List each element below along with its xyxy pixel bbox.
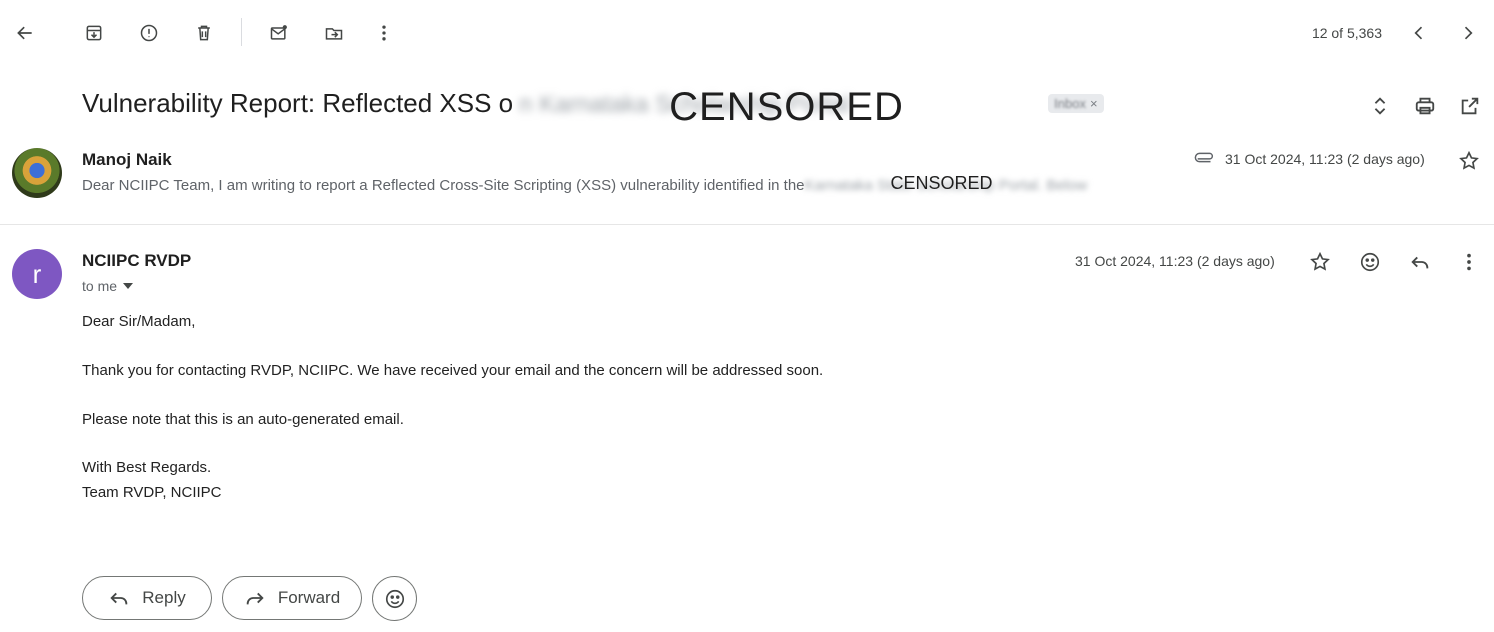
snippet-text: Dear NCIIPC Team, I am writing to report… [82,177,805,194]
emoji-icon [385,589,404,608]
inbox-label-chip[interactable]: Inbox × [1048,94,1104,113]
email-subject: Vulnerability Report: Reflected XSS o n … [82,85,1104,129]
reply-icon[interactable] [1408,250,1432,274]
star-icon[interactable] [1458,150,1480,172]
move-to-icon[interactable] [318,17,350,49]
avatar [12,148,62,198]
collapsed-message[interactable]: Manoj Naik Dear NCIIPC Team, I am writin… [0,142,1494,225]
message-date: 31 Oct 2024, 11:23 (2 days ago) [1225,151,1425,167]
snippet-redacted: Karnataka State Scholarship Portal. Belo… [805,173,1183,195]
star-icon[interactable] [1308,250,1332,274]
more-vertical-icon[interactable] [1457,250,1481,274]
reply-icon [110,592,128,605]
body-signoff: With Best Regards. [82,459,212,476]
emoji-reaction-icon[interactable] [1358,250,1382,274]
emoji-reaction-button[interactable] [372,576,417,621]
back-arrow-icon[interactable] [9,17,41,49]
report-spam-icon[interactable] [133,17,165,49]
print-icon[interactable] [1413,94,1437,118]
subject-redacted: n Karnataka Scholarship Portal CENSORED [519,85,1034,129]
subject-censor-overlay: CENSORED [669,84,904,129]
message-date: 31 Oct 2024, 11:23 (2 days ago) [1075,253,1275,269]
subject-text: Vulnerability Report: Reflected XSS o [82,88,514,118]
chevron-right-icon[interactable] [1452,17,1484,49]
recipient-details[interactable]: to me [82,278,134,294]
avatar[interactable]: r [12,249,62,299]
reply-label: Reply [142,588,186,607]
toolbar-divider [241,18,242,46]
mark-unread-icon[interactable] [263,17,295,49]
email-view: 12 of 5,363 Vulnerability Report: Reflec… [0,0,1494,632]
archive-icon[interactable] [78,17,110,49]
body-signature: Team RVDP, NCIIPC [82,484,222,501]
expand-collapse-icon[interactable] [1368,94,1392,118]
forward-icon [246,592,264,605]
body-paragraph: Thank you for contacting RVDP, NCIIPC. W… [82,362,824,379]
body-greeting: Dear Sir/Madam, [82,313,196,330]
attachment-icon [1194,152,1213,163]
delete-icon[interactable] [188,17,220,49]
toolbar: 12 of 5,363 [0,0,1494,66]
sender-name[interactable]: NCIIPC RVDP [82,251,191,271]
forward-button[interactable]: Forward [222,576,362,620]
recipient-text: to me [82,278,118,294]
reply-button[interactable]: Reply [82,576,212,620]
more-vertical-icon[interactable] [368,17,400,49]
caret-down-icon[interactable] [123,283,134,289]
label-text: Inbox [1054,96,1086,111]
sender-name: Manoj Naik [82,150,172,169]
body-paragraph: Please note that this is an auto-generat… [82,411,404,428]
open-new-window-icon[interactable] [1458,94,1482,118]
pager-count: 12 of 5,363 [1311,25,1382,41]
message-snippet: Dear NCIIPC Team, I am writing to report… [82,173,1183,195]
chevron-left-icon[interactable] [1403,17,1435,49]
forward-label: Forward [277,588,341,607]
snippet-censor-overlay: CENSORED [890,173,993,193]
label-remove-icon[interactable]: × [1090,96,1098,111]
